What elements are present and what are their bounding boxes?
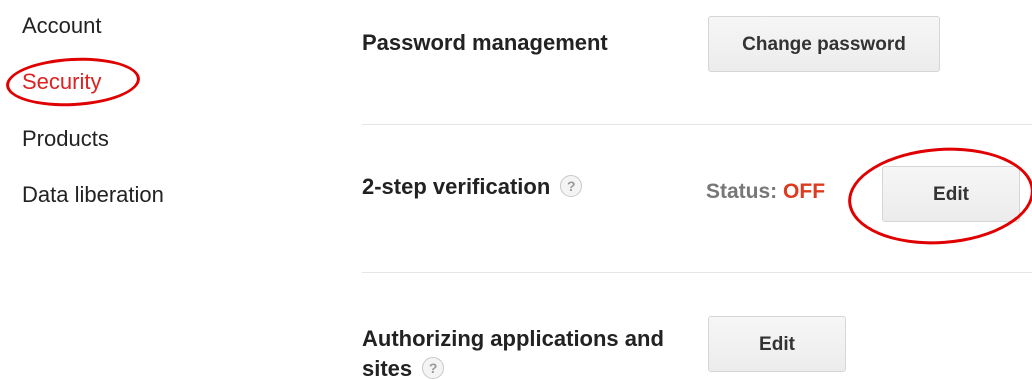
sidebar-item-account[interactable]: Account [22, 12, 102, 40]
section-divider [362, 272, 1032, 273]
edit-authorizing-button[interactable]: Edit [708, 316, 846, 372]
edit-two-step-button[interactable]: Edit [882, 166, 1020, 222]
two-step-verification-label: 2-step verification? [362, 172, 583, 202]
authorizing-applications-label: Authorizing applications and sites? [362, 324, 682, 379]
sidebar-nav: Account Security Products Data liberatio… [0, 0, 300, 379]
sidebar-item-products[interactable]: Products [22, 125, 109, 153]
password-management-label: Password management [362, 30, 608, 55]
section-divider [362, 124, 1032, 125]
status-value: OFF [783, 180, 826, 203]
authorizing-applications-text: Authorizing applications and sites [362, 326, 664, 379]
security-settings-page: Account Security Products Data liberatio… [0, 0, 1032, 379]
two-step-status: Status: OFF [706, 180, 825, 204]
two-step-verification-text: 2-step verification [362, 174, 551, 199]
sidebar-item-security[interactable]: Security [22, 68, 101, 96]
help-icon[interactable]: ? [560, 175, 583, 198]
sidebar-item-data-liberation[interactable]: Data liberation [22, 181, 164, 209]
security-content: Password management Change password 2-st… [362, 0, 1032, 379]
help-icon[interactable]: ? [422, 357, 445, 379]
change-password-button[interactable]: Change password [708, 16, 940, 72]
status-label: Status: [706, 180, 778, 203]
